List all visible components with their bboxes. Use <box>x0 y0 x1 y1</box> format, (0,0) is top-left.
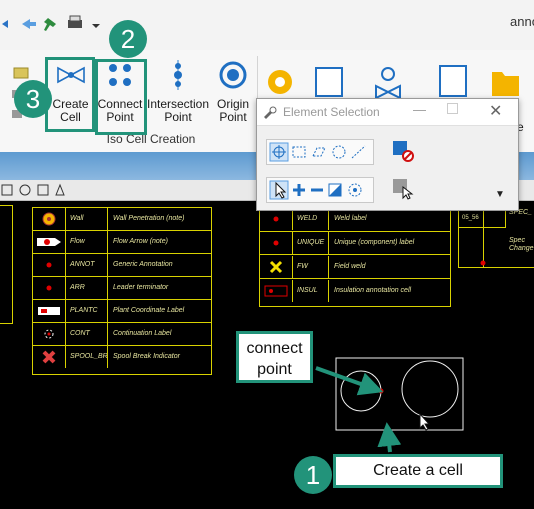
callout-arrows <box>315 366 402 453</box>
connect-point-arrow <box>315 366 384 396</box>
create-cell-arrow <box>377 422 402 453</box>
